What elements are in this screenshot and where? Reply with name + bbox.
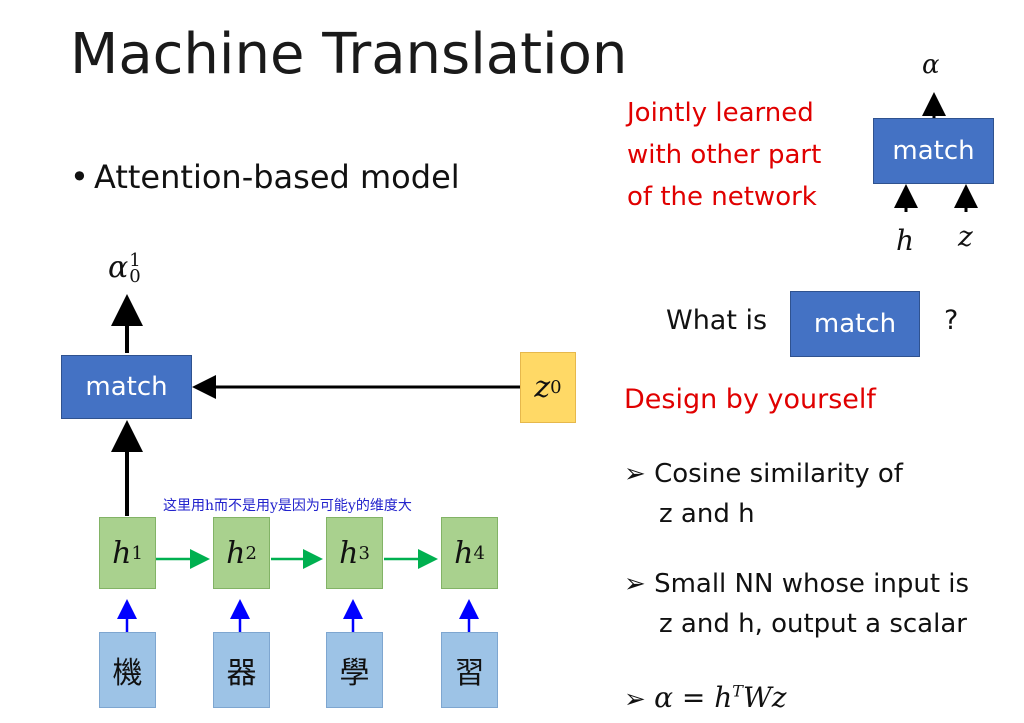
z0-sup: 0 <box>550 377 562 398</box>
hidden-state-h1: h1 <box>99 517 156 589</box>
arrow-bullet-icon: ➢ <box>624 684 646 715</box>
hidden-state-h4: h4 <box>441 517 498 589</box>
input-token-2: 器 <box>213 632 270 708</box>
option-nn-line-2: z and h, output a scalar <box>659 609 967 639</box>
h1-base: h <box>112 535 132 571</box>
mini-z-label: z <box>958 220 973 253</box>
z0-box: z0 <box>520 352 576 423</box>
h2-base: h <box>226 535 246 571</box>
mini-alpha-label: α <box>922 50 940 80</box>
alpha-sub: 0 <box>129 266 141 287</box>
formula-sup: T <box>732 682 743 701</box>
option-cosine-line-1: Cosine similarity of <box>654 459 903 489</box>
alpha-output-label: α10 <box>108 250 141 287</box>
input-token-1: 機 <box>99 632 156 708</box>
question-prefix: What is <box>666 305 768 336</box>
option-cosine: ➢ Cosine similarity of z and h <box>624 454 903 534</box>
option-small-nn: ➢ Small NN whose input is z and h, outpu… <box>624 564 969 644</box>
design-by-yourself: Design by yourself <box>624 384 876 415</box>
hidden-state-h3: h3 <box>326 517 383 589</box>
h4-base: h <box>454 535 474 571</box>
jointly-learned-note: Jointly learned with other part of the n… <box>627 92 821 218</box>
red-note-line-2: with other part <box>627 140 822 170</box>
formula-lhs: α = h <box>654 681 733 715</box>
input-token-3: 學 <box>326 632 383 708</box>
input-token-4: 習 <box>441 632 498 708</box>
red-note-line-1: Jointly learned <box>627 98 814 128</box>
question-mark: ? <box>944 305 959 336</box>
option-bilinear: ➢ α = hTWz <box>624 672 786 719</box>
annotation-note: 这里用h而不是用y是因为可能y的维度大 <box>163 498 412 514</box>
h2-sup: 2 <box>245 542 257 564</box>
option-nn-line-1: Small NN whose input is <box>654 569 970 599</box>
h1-sup: 1 <box>131 542 143 564</box>
h4-sup: 4 <box>473 542 485 564</box>
alpha-base: α <box>108 250 129 285</box>
z0-base: z <box>534 370 551 405</box>
mini-h-label: h <box>896 224 915 257</box>
option-cosine-line-2: z and h <box>659 499 755 529</box>
question-match-box: match <box>790 291 920 357</box>
mini-match-box: match <box>873 118 994 184</box>
red-note-line-3: of the network <box>627 182 817 212</box>
h3-sup: 3 <box>358 542 370 564</box>
formula-rhs: Wz <box>742 681 787 715</box>
arrow-bullet-icon: ➢ <box>624 459 646 489</box>
match-box: match <box>61 355 192 419</box>
arrow-bullet-icon: ➢ <box>624 569 646 599</box>
hidden-state-h2: h2 <box>213 517 270 589</box>
h3-base: h <box>339 535 359 571</box>
